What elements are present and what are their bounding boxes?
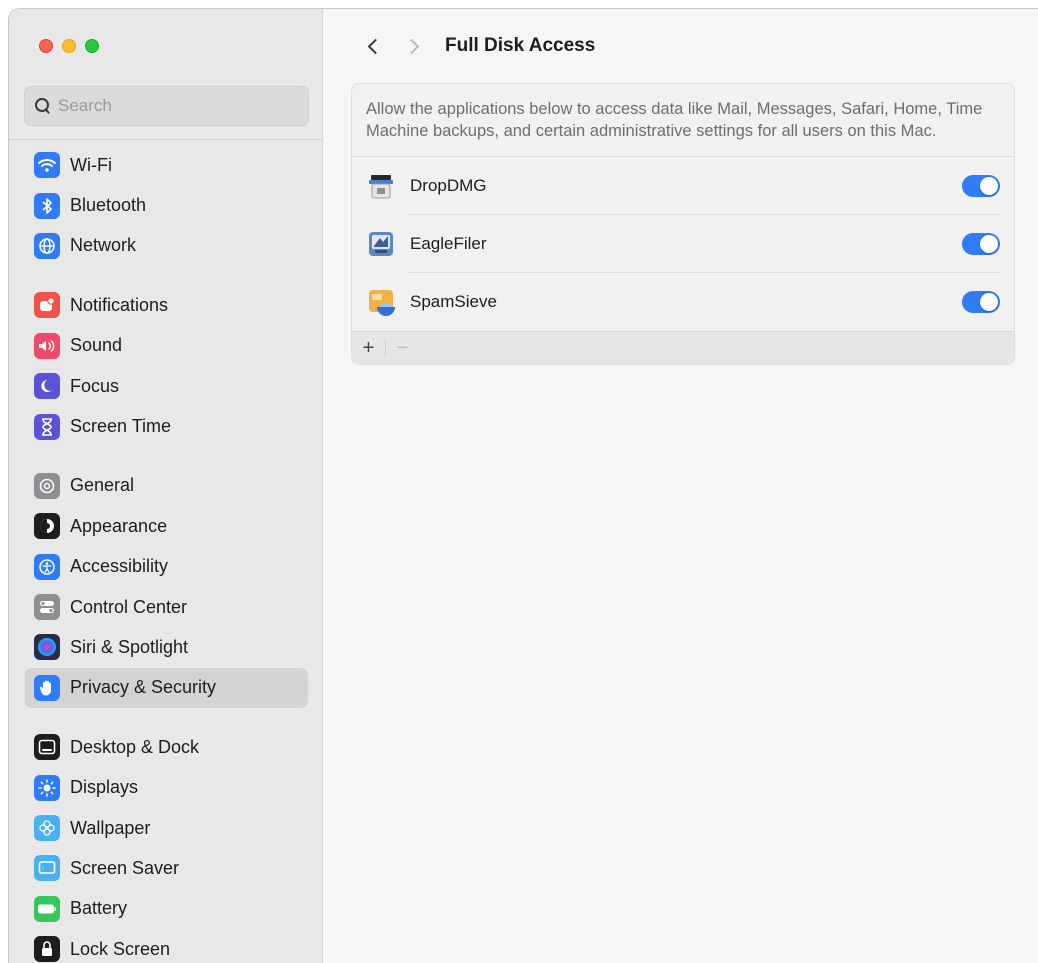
sidebar-item-label: Battery	[70, 898, 128, 919]
siri-icon	[34, 634, 60, 661]
search-input[interactable]	[58, 96, 298, 116]
sidebar-nav: Wi-Fi Bluetooth Network Notifications Sound F…	[25, 145, 308, 963]
sidebar-item-accessibility[interactable]: Accessibility	[25, 547, 308, 587]
sidebar-item-label: Screen Saver	[70, 857, 180, 878]
search-icon	[34, 97, 52, 115]
speaker-icon	[34, 332, 60, 359]
sidebar-item-appearance[interactable]: Appearance	[25, 506, 308, 546]
full-disk-access-panel: Allow the applications below to access d…	[351, 83, 1015, 365]
sidebar-item-desktop-dock[interactable]: Desktop & Dock	[25, 727, 308, 767]
bluetooth-icon	[34, 192, 60, 219]
sidebar-item-label: Desktop & Dock	[70, 736, 200, 757]
sidebar-item-label: Accessibility	[70, 556, 169, 577]
toolbar: Full Disk Access	[353, 31, 595, 61]
main-content: Full Disk Access Allow the applications …	[323, 9, 1038, 963]
chevron-left-icon	[367, 38, 383, 54]
sidebar-item-label: Bluetooth	[70, 195, 147, 216]
sidebar-item-label: Control Center	[70, 596, 188, 617]
back-button[interactable]	[353, 31, 393, 61]
zoom-button[interactable]	[85, 39, 99, 53]
flower-icon	[34, 815, 60, 842]
sidebar-item-wi-fi[interactable]: Wi-Fi	[25, 145, 308, 185]
sidebar-item-label: General	[70, 475, 135, 496]
app-row-eaglefiler: EagleFiler	[352, 215, 1014, 273]
globe-icon	[34, 232, 60, 259]
sidebar-item-notifications[interactable]: Notifications	[25, 285, 308, 325]
sidebar-item-label: Lock Screen	[70, 938, 171, 959]
spamsieve-icon	[366, 287, 396, 317]
sidebar-item-control-center[interactable]: Control Center	[25, 587, 308, 627]
sidebar-item-label: Sound	[70, 335, 123, 356]
sidebar-item-battery[interactable]: Battery	[25, 889, 308, 929]
page-title: Full Disk Access	[445, 35, 596, 56]
sidebar-item-wallpaper[interactable]: Wallpaper	[25, 808, 308, 848]
sidebar-item-label: Network	[70, 235, 137, 256]
sidebar-item-general[interactable]: General	[25, 466, 308, 506]
app-row-dropdmg: DropDMG	[352, 157, 1014, 215]
app-list: DropDMG EagleFiler SpamSieve	[352, 157, 1014, 331]
sun-icon	[34, 774, 60, 801]
sidebar-item-siri-spotlight[interactable]: Siri & Spotlight	[25, 627, 308, 667]
sidebar-item-screen-time[interactable]: Screen Time	[25, 406, 308, 446]
dock-icon	[34, 734, 60, 761]
app-name: SpamSieve	[410, 292, 497, 311]
sidebar: Wi-Fi Bluetooth Network Notifications Sound F…	[9, 9, 323, 963]
access-toggle[interactable]	[962, 233, 1000, 255]
accessibility-icon	[34, 553, 60, 580]
screensaver-icon	[34, 855, 60, 882]
window-controls	[39, 39, 99, 53]
chevron-right-icon	[403, 38, 419, 54]
sidebar-item-screen-saver[interactable]: Screen Saver	[25, 848, 308, 888]
panel-footer: + −	[352, 331, 1014, 364]
settings-window: Wi-Fi Bluetooth Network Notifications Sound F…	[8, 8, 1038, 963]
sidebar-item-label: Displays	[70, 777, 139, 798]
gear-icon	[34, 472, 60, 499]
sidebar-item-label: Notifications	[70, 294, 169, 315]
sidebar-item-label: Wallpaper	[70, 817, 151, 838]
toggle-knob	[980, 293, 998, 311]
notifications-icon	[34, 292, 60, 319]
access-toggle[interactable]	[962, 175, 1000, 197]
sidebar-item-lock-screen[interactable]: Lock Screen	[25, 929, 308, 963]
remove-app-button[interactable]: −	[386, 332, 419, 365]
sidebar-item-label: Siri & Spotlight	[70, 636, 189, 657]
access-toggle[interactable]	[962, 291, 1000, 313]
moon-icon	[34, 373, 60, 400]
search-field[interactable]	[24, 86, 309, 126]
appearance-icon	[34, 513, 60, 540]
add-app-button[interactable]: +	[352, 332, 385, 365]
hand-icon	[34, 674, 60, 701]
hourglass-icon	[34, 413, 60, 440]
app-row-spamsieve: SpamSieve	[352, 273, 1014, 331]
battery-icon	[34, 895, 60, 922]
sidebar-item-label: Focus	[70, 375, 120, 396]
app-name: EagleFiler	[410, 234, 487, 253]
close-button[interactable]	[39, 39, 53, 53]
sidebar-item-label: Screen Time	[70, 416, 172, 437]
sidebar-item-label: Appearance	[70, 515, 168, 536]
dropdmg-icon	[366, 171, 396, 201]
control-center-icon	[34, 594, 60, 621]
sidebar-divider	[9, 139, 322, 140]
toggle-knob	[980, 177, 998, 195]
eaglefiler-icon	[366, 229, 396, 259]
lock-icon	[34, 936, 60, 963]
sidebar-item-label: Privacy & Security	[70, 677, 217, 698]
sidebar-item-bluetooth[interactable]: Bluetooth	[25, 185, 308, 225]
toggle-knob	[980, 235, 998, 253]
sidebar-item-displays[interactable]: Displays	[25, 767, 308, 807]
sidebar-item-label: Wi-Fi	[70, 154, 112, 175]
wifi-icon	[34, 152, 60, 179]
sidebar-item-focus[interactable]: Focus	[25, 366, 308, 406]
app-name: DropDMG	[410, 176, 487, 195]
sidebar-item-network[interactable]: Network	[25, 226, 308, 266]
sidebar-item-privacy-security[interactable]: Privacy & Security	[25, 667, 308, 709]
minimize-button[interactable]	[62, 39, 76, 53]
sidebar-item-sound[interactable]: Sound	[25, 326, 308, 366]
forward-button[interactable]	[393, 31, 433, 61]
panel-description: Allow the applications below to access d…	[352, 84, 1014, 157]
